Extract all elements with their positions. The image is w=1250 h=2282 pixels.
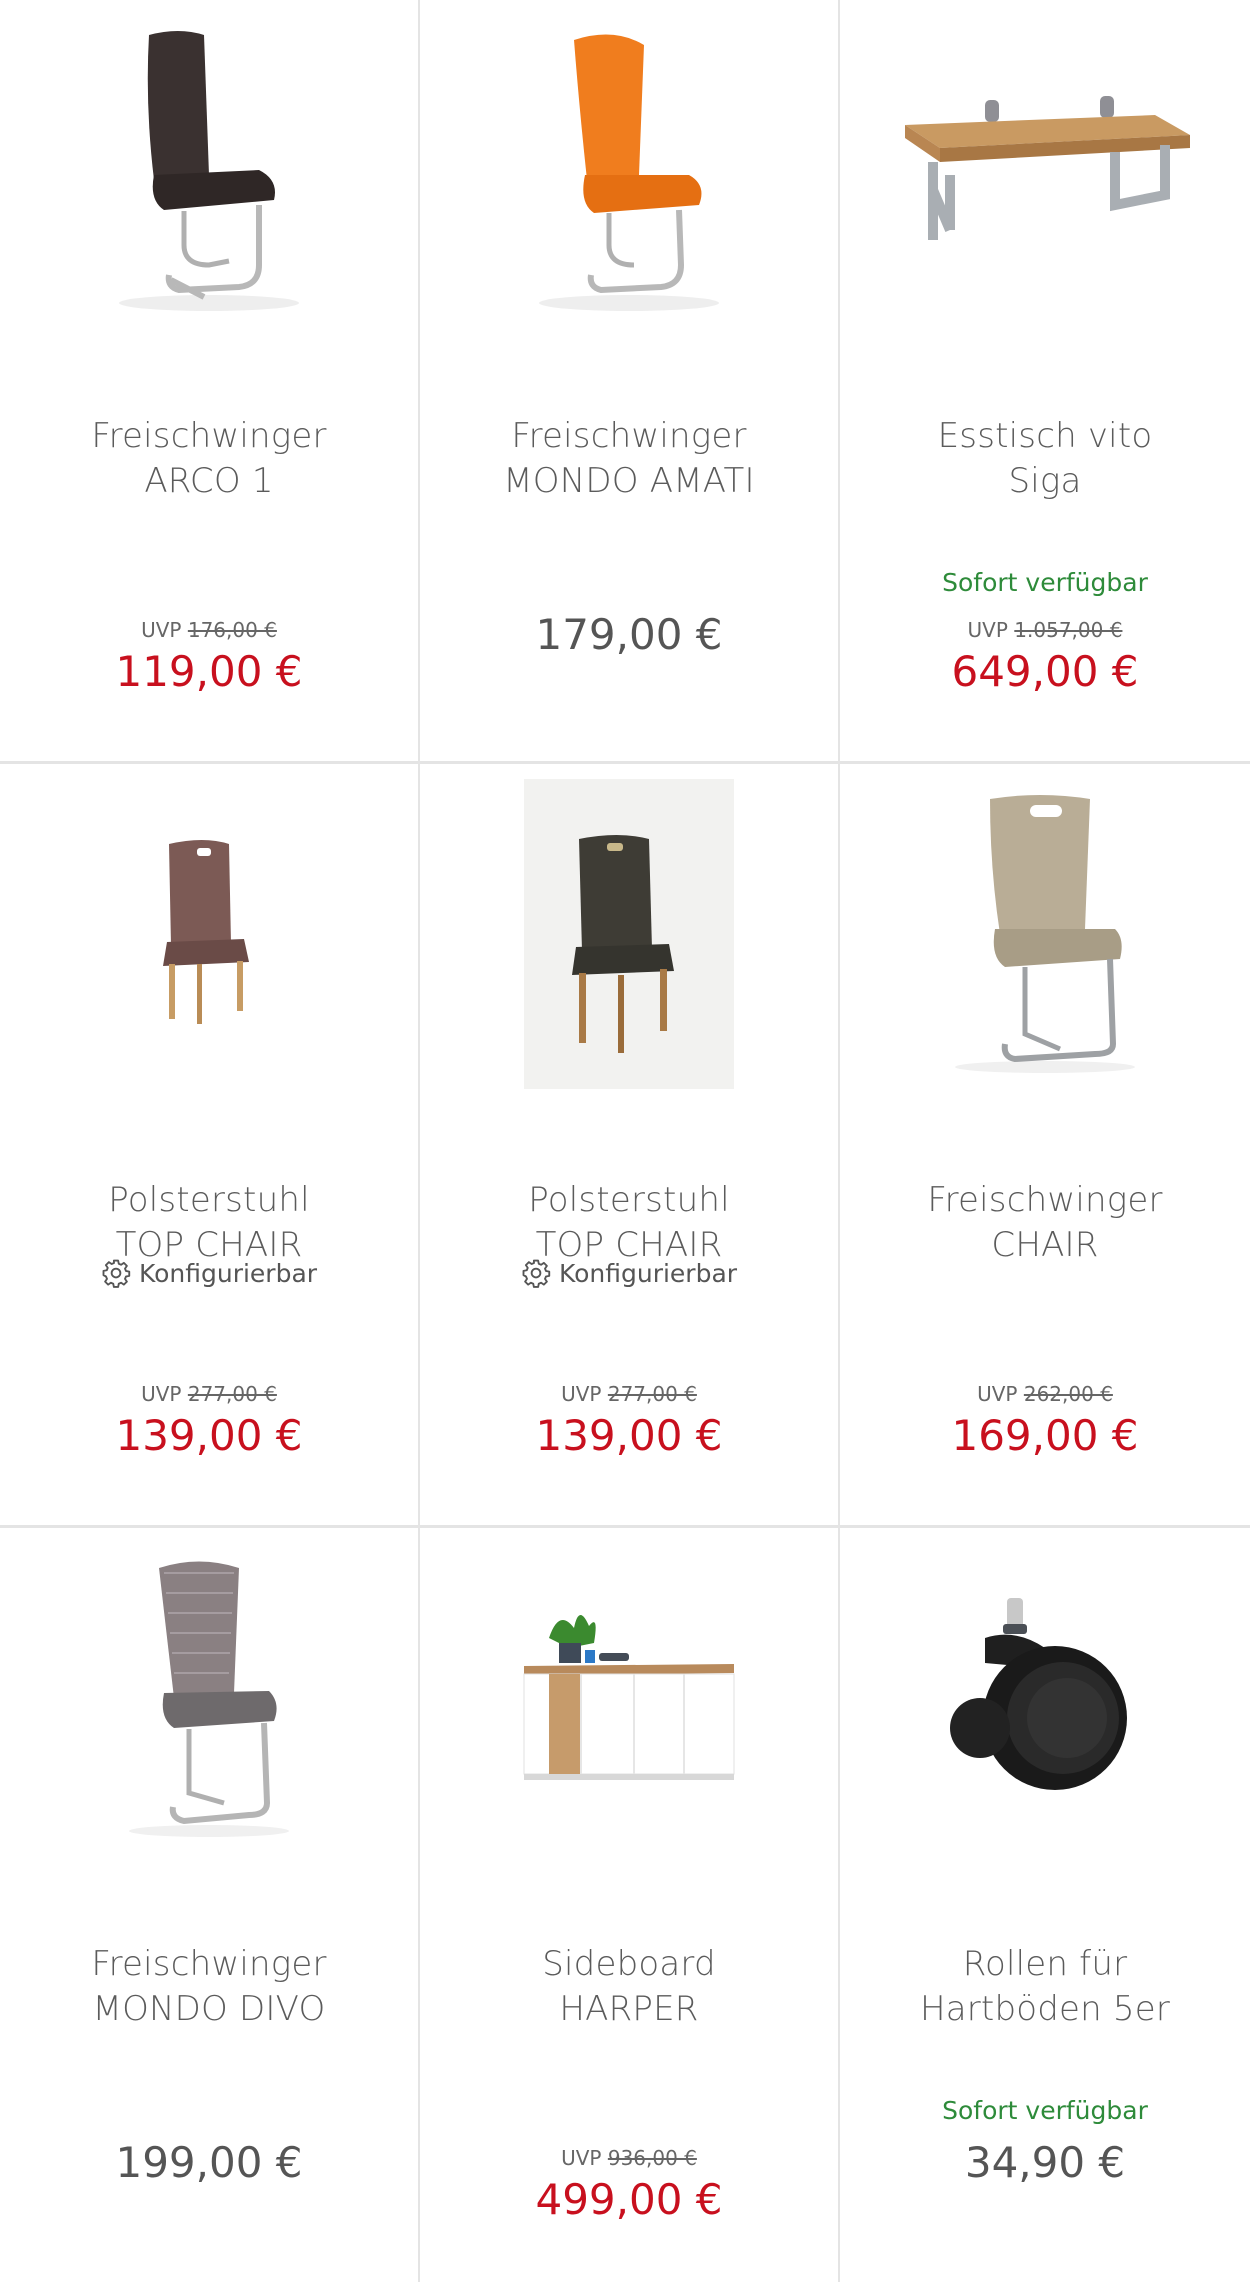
product-name-line2: MONDO AMATI (503, 461, 755, 501)
product-name-line1: Freischwinger (511, 416, 747, 456)
configurable-label: Konfigurierbar (138, 1258, 318, 1288)
chair-cantilever-dark-icon (119, 31, 299, 311)
uvp-price: UVP 936,00 € (420, 2146, 838, 2170)
uvp-price: UVP 176,00 € (0, 618, 418, 642)
sale-price: 139,00 € (115, 1411, 303, 1460)
uvp-value: 262,00 € (1023, 1382, 1113, 1406)
uvp-value: 176,00 € (187, 618, 277, 642)
product-name[interactable]: Sideboard HARPER (430, 1942, 828, 2032)
product-name[interactable]: Freischwinger MONDO AMATI (430, 414, 828, 504)
product-name[interactable]: Freischwinger CHAIR (850, 1178, 1240, 1268)
uvp-label: UVP (561, 2146, 602, 2170)
product-name[interactable]: Polsterstuhl TOP CHAIR (430, 1178, 828, 1268)
uvp-value: 277,00 € (607, 1382, 697, 1406)
product-name[interactable]: Polsterstuhl TOP CHAIR (10, 1178, 408, 1268)
product-name[interactable]: Esstisch vito Siga (850, 414, 1240, 504)
product-name-line1: Polsterstuhl (528, 1180, 730, 1220)
product-image[interactable] (840, 784, 1250, 1084)
gear-icon (102, 1259, 131, 1288)
uvp-value: 1.057,00 € (1014, 618, 1123, 642)
product-name-line1: Freischwinger (927, 1180, 1163, 1220)
product-name-line2: Siga (1008, 461, 1082, 501)
product-name-line2: MONDO DIVO (92, 1989, 326, 2029)
caster-wheel-icon (950, 1598, 1127, 1790)
chair-cantilever-grey-icon (129, 1561, 289, 1837)
uvp-price: UVP 277,00 € (0, 1382, 418, 1406)
sale-price: 499,00 € (535, 2175, 723, 2224)
product-name-line1: Polsterstuhl (108, 1180, 310, 1220)
product-image[interactable] (0, 784, 418, 1084)
product-name[interactable]: Freischwinger ARCO 1 (10, 414, 408, 504)
configurable-label: Konfigurierbar (558, 1258, 738, 1288)
chair-cantilever-orange-icon (539, 34, 719, 311)
product-image[interactable] (420, 779, 838, 1089)
product-name-line2: ARCO 1 (144, 461, 274, 501)
product-name-line1: Freischwinger (91, 416, 327, 456)
chair-cantilever-beige-icon (955, 795, 1135, 1073)
uvp-price: UVP 262,00 € (840, 1382, 1250, 1406)
dining-table-icon (905, 96, 1190, 240)
product-card[interactable]: Freischwinger MONDO DIVO 199,00 € (0, 1528, 418, 2282)
product-image[interactable] (420, 20, 838, 320)
configurable-badge[interactable]: Konfigurierbar (0, 1258, 418, 1288)
product-image[interactable] (420, 1548, 838, 1848)
uvp-value: 936,00 € (607, 2146, 697, 2170)
upholstered-chair-brown-icon (163, 840, 249, 1024)
product-grid: Freischwinger ARCO 1 UVP 176,00 € 119,00… (0, 0, 1250, 2282)
product-card[interactable]: Rollen für Hartböden 5er Sofort verfügba… (840, 1528, 1250, 2282)
product-name-line2: HARPER (559, 1989, 699, 2029)
product-name-line1: Rollen für (962, 1944, 1128, 1984)
price: 179,00 € (535, 610, 723, 659)
product-card[interactable]: Freischwinger MONDO AMATI 179,00 € (420, 0, 838, 761)
uvp-label: UVP (561, 1382, 602, 1406)
product-card[interactable]: Freischwinger ARCO 1 UVP 176,00 € 119,00… (0, 0, 418, 761)
uvp-value: 277,00 € (187, 1382, 277, 1406)
product-card[interactable]: Sideboard HARPER UVP 936,00 € 499,00 € (420, 1528, 838, 2282)
uvp-label: UVP (967, 618, 1008, 642)
gear-icon (522, 1259, 551, 1288)
product-card[interactable]: Esstisch vito Siga Sofort verfügbar UVP … (840, 0, 1250, 761)
configurable-badge[interactable]: Konfigurierbar (420, 1258, 838, 1288)
uvp-label: UVP (977, 1382, 1018, 1406)
sale-price: 169,00 € (951, 1411, 1139, 1460)
uvp-price: UVP 1.057,00 € (840, 618, 1250, 642)
product-image[interactable] (0, 20, 418, 320)
sideboard-icon (523, 1614, 735, 1780)
product-name-line1: Esstisch vito (937, 416, 1153, 456)
product-card[interactable]: Polsterstuhl TOP CHAIR Konfigurierbar UV… (0, 764, 418, 1525)
product-name-line1: Sideboard (542, 1944, 716, 1984)
uvp-price: UVP 277,00 € (420, 1382, 838, 1406)
product-name-line2: Hartböden 5er (919, 1989, 1171, 2029)
sale-price: 139,00 € (535, 1411, 723, 1460)
upholstered-chair-dark-icon (524, 779, 734, 1089)
product-name[interactable]: Rollen für Hartböden 5er (850, 1942, 1240, 2032)
uvp-label: UVP (141, 618, 182, 642)
availability-status: Sofort verfügbar (942, 2096, 1148, 2125)
uvp-label: UVP (141, 1382, 182, 1406)
product-card[interactable]: Freischwinger CHAIR UVP 262,00 € 169,00 … (840, 764, 1250, 1525)
availability-status: Sofort verfügbar (942, 568, 1148, 597)
product-name[interactable]: Freischwinger MONDO DIVO (10, 1942, 408, 2032)
product-image[interactable] (0, 1548, 418, 1848)
price: 199,00 € (115, 2138, 303, 2187)
sale-price: 649,00 € (951, 647, 1139, 696)
sale-price: 119,00 € (115, 647, 303, 696)
product-name-line1: Freischwinger (91, 1944, 327, 1984)
product-image[interactable] (840, 20, 1250, 320)
product-image[interactable] (840, 1548, 1250, 1848)
price: 34,90 € (964, 2138, 1126, 2187)
product-card[interactable]: Polsterstuhl TOP CHAIR Konfigurierbar UV… (420, 764, 838, 1525)
product-name-line2: CHAIR (991, 1225, 1099, 1265)
